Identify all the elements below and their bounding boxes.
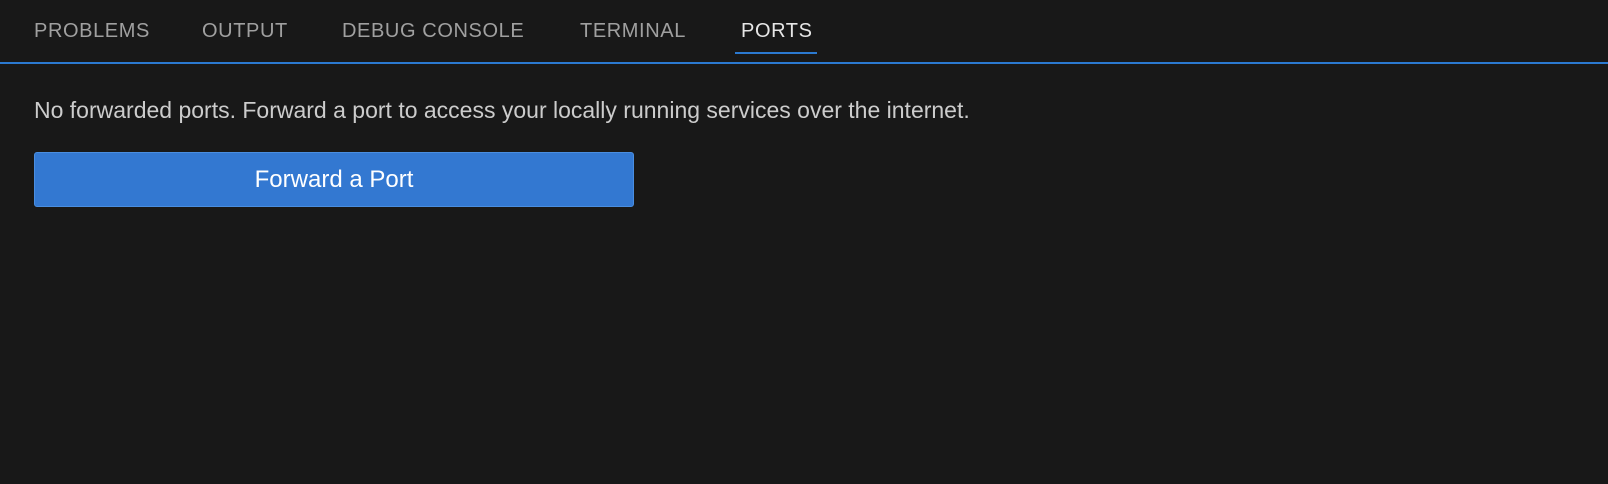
tab-debug-console[interactable]: DEBUG CONSOLE: [342, 18, 524, 44]
ports-panel: PROBLEMS OUTPUT DEBUG CONSOLE TERMINAL P…: [0, 0, 1608, 484]
tab-ports[interactable]: PORTS: [741, 18, 813, 44]
no-forwarded-ports-message: No forwarded ports. Forward a port to ac…: [34, 97, 970, 123]
active-tab-indicator: [735, 52, 817, 54]
panel-tab-bar: PROBLEMS OUTPUT DEBUG CONSOLE TERMINAL P…: [0, 0, 1608, 64]
tab-terminal[interactable]: TERMINAL: [580, 18, 686, 44]
tab-problems[interactable]: PROBLEMS: [34, 18, 150, 44]
tab-output[interactable]: OUTPUT: [202, 18, 288, 44]
forward-a-port-button[interactable]: Forward a Port: [34, 152, 634, 207]
